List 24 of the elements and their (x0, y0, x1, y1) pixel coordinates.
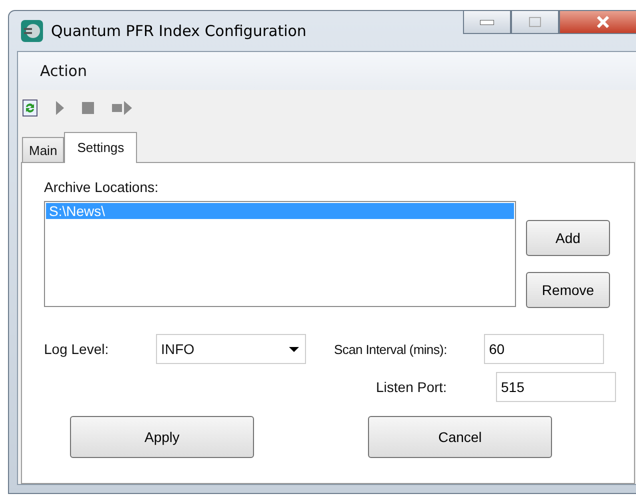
refresh-icon[interactable] (22, 99, 38, 117)
field-label: Archive Locations: (44, 179, 160, 195)
list-button[interactable]: Remove (526, 272, 610, 308)
tab[interactable]: Settings (64, 132, 138, 163)
dialog-button[interactable]: Apply (70, 416, 254, 458)
maximize-icon (529, 17, 541, 27)
window-title: Quantum PFR Index Configuration (51, 22, 306, 40)
menu-item[interactable]: Action (40, 62, 87, 80)
dialog-button[interactable]: Cancel (368, 416, 552, 458)
field-label: Scan Interval (mins): (334, 342, 448, 356)
minimize-button[interactable] (463, 11, 511, 34)
list-button[interactable]: Add (526, 220, 610, 256)
app-icon (21, 20, 43, 42)
close-button[interactable] (559, 11, 636, 34)
minimize-icon (480, 20, 494, 24)
maximize-button[interactable] (511, 11, 559, 34)
field-label: Log Level: (44, 341, 110, 357)
field-label: Listen Port: (376, 379, 448, 395)
close-icon (596, 16, 610, 28)
tab[interactable]: Main (22, 137, 64, 162)
input-field[interactable]: 60 (484, 334, 604, 364)
input-field[interactable]: 515 (496, 372, 616, 402)
dropdown-arrow-icon (289, 346, 299, 352)
log-level-dropdown[interactable]: INFO (156, 334, 306, 364)
